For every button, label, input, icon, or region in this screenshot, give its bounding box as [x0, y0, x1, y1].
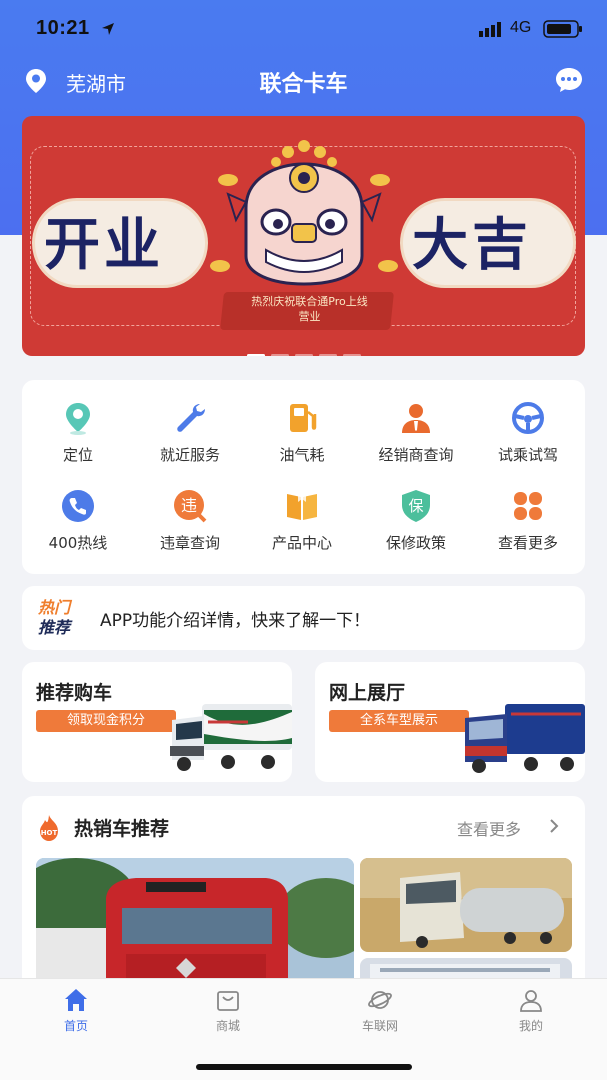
home-indicator [196, 1064, 412, 1070]
banner-caption-line1: 热烈庆祝联合通Pro上线 [251, 295, 368, 308]
promo-title: 网上展厅 [329, 682, 406, 704]
hot-notice[interactable]: 热门 推荐 APP功能介绍详情，快来了解一下！ [22, 586, 585, 650]
truck-thumbnail[interactable] [360, 858, 572, 952]
promo-showroom[interactable]: 网上展厅 全系车型展示 [315, 662, 585, 782]
service-label: 产品中心 [271, 534, 332, 552]
tab-mall[interactable]: 商城 [178, 987, 278, 1034]
status-bar: 10:21 4G [0, 0, 607, 60]
fuel-pump-icon [290, 404, 317, 432]
tab-label: 首页 [63, 1019, 88, 1033]
banner-dot[interactable] [270, 354, 289, 356]
service-fuel[interactable]: 油气耗 [246, 400, 358, 465]
banner-caption-line2: 营业 [298, 310, 321, 323]
battery-icon [543, 20, 582, 38]
tab-label: 商城 [215, 1019, 240, 1033]
wrench-icon [177, 404, 205, 432]
promo-pill[interactable]: 全系车型展示 [329, 710, 469, 732]
signal-icon [479, 22, 501, 37]
service-warranty[interactable]: 保 保修政策 [360, 488, 472, 553]
page-title: 联合卡车 [259, 72, 348, 97]
service-label: 油气耗 [279, 446, 325, 464]
banner-right-text: 大吉 [412, 213, 532, 278]
banner-dot[interactable] [342, 354, 361, 356]
truck-image [465, 704, 585, 773]
tab-home[interactable]: 首页 [26, 987, 126, 1034]
tab-label: 车联网 [361, 1019, 398, 1033]
network-type: 4G [510, 19, 532, 36]
service-label: 400热线 [48, 534, 108, 552]
location-arrow-icon [102, 23, 114, 35]
promo-title: 推荐购车 [36, 682, 113, 704]
see-more-link[interactable]: 查看更多 [457, 816, 521, 840]
promo-pill[interactable]: 领取现金积分 [36, 710, 176, 732]
promo-banner[interactable]: 开业 大吉 热烈庆祝联合通Pro上线 营业 [22, 116, 585, 356]
steering-wheel-icon [512, 402, 544, 434]
service-more[interactable]: 查看更多 [472, 488, 584, 553]
svg-text:违: 违 [181, 496, 197, 515]
promo-buy-car[interactable]: 推荐购车 领取现金积分 [22, 662, 292, 782]
svg-text:HOT: HOT [41, 829, 58, 837]
banner-dot[interactable] [294, 354, 313, 356]
featured-truck-image[interactable] [36, 858, 354, 996]
banner-caption: 热烈庆祝联合通Pro上线 营业 [222, 294, 397, 324]
mall-bag-icon [217, 991, 239, 1011]
tab-connected[interactable]: 车联网 [330, 987, 430, 1034]
banner-left-text: 开业 [44, 213, 164, 278]
grid-more-icon [514, 492, 542, 520]
service-label: 保修政策 [385, 534, 446, 552]
service-hotline[interactable]: 400热线 [22, 488, 134, 553]
service-dealer[interactable]: 经销商查询 [360, 400, 472, 465]
home-icon [65, 989, 87, 1011]
banner-dot-active[interactable] [246, 354, 265, 356]
service-grid: 定位 就近服务 油气耗 经销商查询 试乘试驾 400热线 违 违章查询 产品中心… [22, 380, 585, 574]
service-label: 试乘试驾 [497, 446, 558, 464]
service-violation[interactable]: 违 违章查询 [134, 488, 246, 553]
banner-pagination[interactable] [22, 342, 585, 356]
book-icon [287, 492, 317, 520]
status-time: 10:21 [36, 17, 90, 39]
location-pin-icon [66, 403, 90, 435]
hot-flame-icon: HOT [40, 815, 58, 841]
service-products[interactable]: 产品中心 [246, 488, 358, 553]
hot-tag-line2: 推荐 [38, 618, 71, 637]
chat-bubble-icon[interactable] [554, 66, 584, 94]
service-location[interactable]: 定位 [22, 400, 134, 465]
dealer-person-icon [402, 404, 430, 433]
truck-image [170, 704, 292, 771]
service-label: 就近服务 [159, 446, 220, 464]
section-title: 热销车推荐 [74, 818, 170, 840]
service-test-drive[interactable]: 试乘试驾 [472, 400, 584, 465]
service-nearby[interactable]: 就近服务 [134, 400, 246, 465]
banner-dot[interactable] [318, 354, 337, 356]
lion-dance-icon [210, 140, 398, 286]
tab-profile[interactable]: 我的 [481, 987, 581, 1034]
hot-sales-section: HOT 热销车推荐 查看更多 [22, 796, 585, 996]
planet-icon [368, 991, 392, 1009]
hot-tag-line1: 热门 [38, 598, 71, 617]
user-icon [520, 990, 542, 1012]
chevron-right-icon[interactable] [548, 818, 560, 834]
service-label: 违章查询 [159, 534, 220, 552]
hot-notice-text[interactable]: APP功能介绍详情，快来了解一下！ [100, 606, 370, 631]
service-label: 查看更多 [497, 534, 558, 552]
service-label: 定位 [62, 446, 93, 464]
svg-text:保: 保 [408, 497, 423, 515]
tab-label: 我的 [518, 1019, 543, 1033]
violation-icon: 违 [174, 490, 207, 523]
service-label: 经销商查询 [378, 446, 454, 464]
hot-tag: 热门 推荐 [38, 598, 86, 638]
phone-icon [62, 490, 94, 522]
shield-icon: 保 [402, 490, 430, 522]
